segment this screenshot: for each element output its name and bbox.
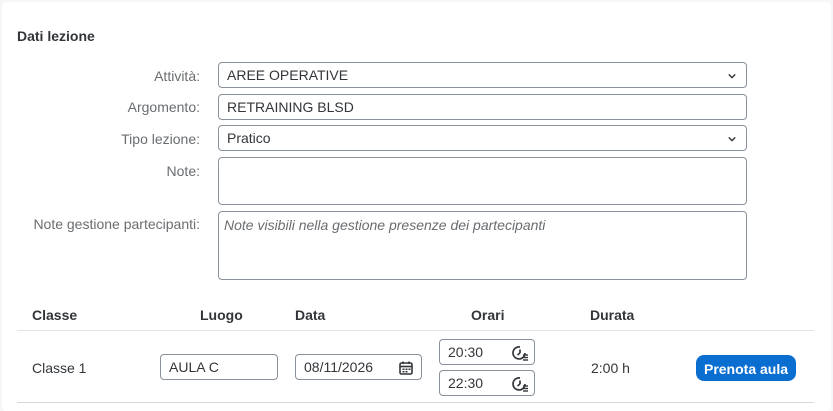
column-header-data: Data <box>295 307 326 323</box>
orario-inizio-value: 20:30 <box>448 344 484 360</box>
note-textarea[interactable] <box>218 157 747 205</box>
attivita-select[interactable]: AREE OPERATIVE <box>218 62 747 88</box>
chevron-down-icon <box>728 73 736 79</box>
note-gestione-placeholder: Note visibili nella gestione presenze de… <box>224 217 546 233</box>
attivita-label: Attività: <box>154 68 200 84</box>
clock-icon[interactable] <box>511 375 529 393</box>
calendar-icon[interactable] <box>397 359 415 377</box>
argomento-label: Argomento: <box>127 99 200 115</box>
column-header-orari: Orari <box>471 307 505 323</box>
orario-inizio-picker[interactable]: 20:30 <box>439 339 535 365</box>
table-row-divider <box>17 402 814 403</box>
data-date-picker[interactable]: 08/11/2026 <box>295 354 422 380</box>
chevron-down-icon <box>728 136 736 142</box>
clock-icon[interactable] <box>511 344 529 362</box>
prenota-aula-button[interactable]: Prenota aula <box>696 355 796 381</box>
table-header-divider <box>17 330 814 331</box>
column-header-durata: Durata <box>590 307 635 323</box>
section-title: Dati lezione <box>17 28 95 44</box>
note-gestione-label: Note gestione partecipanti: <box>33 216 200 232</box>
row-classe: Classe 1 <box>32 360 87 376</box>
attivita-value: AREE OPERATIVE <box>227 67 349 83</box>
orario-fine-picker[interactable]: 22:30 <box>439 370 535 396</box>
tipo-lezione-select[interactable]: Pratico <box>218 125 747 151</box>
lesson-card: Dati lezione Attività: AREE OPERATIVE Ar… <box>2 2 831 411</box>
luogo-value: AULA C <box>169 359 219 375</box>
argomento-value: RETRAINING BLSD <box>227 99 354 115</box>
note-gestione-textarea[interactable]: Note visibili nella gestione presenze de… <box>218 211 747 280</box>
data-value: 08/11/2026 <box>304 359 374 375</box>
column-header-classe: Classe <box>32 307 78 323</box>
argomento-input[interactable]: RETRAINING BLSD <box>218 94 747 120</box>
tipo-lezione-label: Tipo lezione: <box>121 131 200 147</box>
column-header-luogo: Luogo <box>200 307 243 323</box>
row-durata: 2:00 h <box>591 360 630 376</box>
note-label: Note: <box>166 163 200 179</box>
luogo-input[interactable]: AULA C <box>160 354 278 380</box>
tipo-lezione-value: Pratico <box>227 130 271 146</box>
orario-fine-value: 22:30 <box>448 375 484 391</box>
